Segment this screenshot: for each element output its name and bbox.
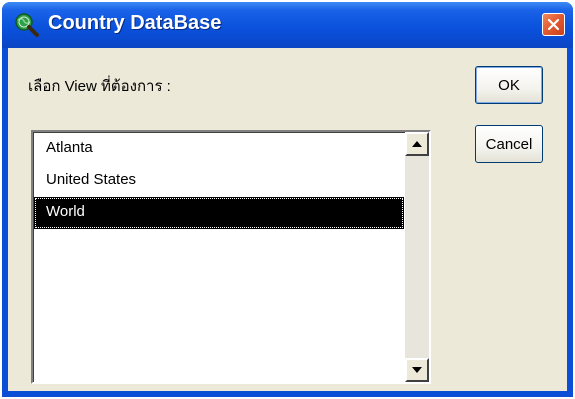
scroll-up-arrow-icon (412, 141, 422, 147)
view-listbox[interactable]: Atlanta United States World (31, 130, 431, 384)
list-item[interactable]: United States (34, 165, 404, 197)
globe-magnifier-icon (14, 12, 40, 38)
scroll-down-arrow-icon (412, 367, 422, 373)
list-item[interactable]: Atlanta (34, 133, 404, 165)
scroll-up-button[interactable] (405, 132, 429, 156)
dialog-window: Country DataBase เลือก View ที่ต้องการ :… (2, 2, 573, 397)
ok-button[interactable]: OK (475, 66, 543, 104)
prompt-label: เลือก View ที่ต้องการ : (28, 78, 171, 95)
list-items: Atlanta United States World (34, 133, 404, 229)
title-bar[interactable]: Country DataBase (2, 2, 573, 48)
scroll-down-button[interactable] (405, 358, 429, 382)
window-title: Country DataBase (48, 12, 222, 34)
close-icon (547, 18, 560, 31)
close-button[interactable] (542, 13, 565, 36)
list-item-selected[interactable]: World (34, 197, 404, 229)
dialog-body: เลือก View ที่ต้องการ : OK Cancel Atlant… (8, 48, 567, 391)
vertical-scrollbar[interactable] (405, 132, 429, 382)
cancel-button[interactable]: Cancel (475, 125, 543, 163)
